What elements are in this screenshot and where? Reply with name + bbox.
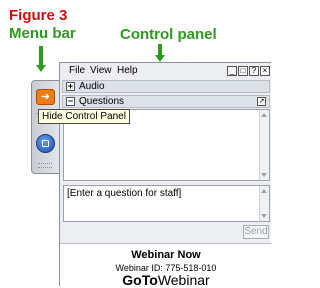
control-panel-arrow-icon bbox=[155, 44, 165, 62]
menu-bar-arrow-icon bbox=[36, 46, 46, 72]
send-button[interactable]: Send bbox=[243, 225, 269, 239]
control-panel-annotation: Control panel bbox=[120, 26, 217, 43]
question-input-scrollbar[interactable] bbox=[259, 186, 269, 221]
menu-help[interactable]: Help bbox=[117, 63, 138, 79]
audio-label: Audio bbox=[79, 81, 105, 92]
close-icon[interactable]: × bbox=[260, 66, 270, 76]
questions-section-header[interactable]: − Questions ↗ bbox=[62, 95, 270, 108]
question-input[interactable]: [Enter a question for staff] bbox=[63, 185, 270, 222]
arrow-right-icon[interactable]: ➜ bbox=[36, 89, 55, 105]
menu-bar: File View Help _ □ ? × bbox=[60, 63, 272, 79]
screen-sharing-icon[interactable] bbox=[36, 134, 55, 153]
figure-caption: Figure 3 bbox=[9, 7, 68, 24]
expand-audio-icon[interactable]: + bbox=[66, 82, 75, 91]
webinar-title: Webinar Now bbox=[131, 249, 201, 261]
help-icon[interactable]: ? bbox=[249, 66, 259, 76]
minimize-icon[interactable]: _ bbox=[227, 66, 237, 76]
control-panel: File View Help _ □ ? × + Audio − Questio… bbox=[59, 62, 272, 287]
questions-log-scrollbar[interactable] bbox=[259, 110, 269, 180]
restore-icon[interactable]: □ bbox=[238, 66, 248, 76]
menu-bar-annotation: Menu bar bbox=[9, 25, 76, 42]
hide-control-panel-tooltip: Hide Control Panel bbox=[38, 109, 130, 124]
grip-icon[interactable] bbox=[38, 163, 52, 168]
questions-label: Questions bbox=[79, 96, 125, 107]
collapse-questions-icon[interactable]: − bbox=[66, 97, 75, 106]
grab-tab: ➜ bbox=[31, 80, 59, 174]
popout-icon[interactable]: ↗ bbox=[257, 97, 266, 106]
audio-section-header[interactable]: + Audio bbox=[62, 80, 270, 93]
gotowebinar-logo: GoToWebinar bbox=[122, 272, 210, 288]
menu-view[interactable]: View bbox=[90, 63, 112, 79]
webinar-footer: Webinar Now Webinar ID: 775-518-010 GoTo… bbox=[60, 244, 272, 287]
question-input-placeholder: [Enter a question for staff] bbox=[67, 188, 182, 199]
menu-file[interactable]: File bbox=[69, 63, 85, 79]
